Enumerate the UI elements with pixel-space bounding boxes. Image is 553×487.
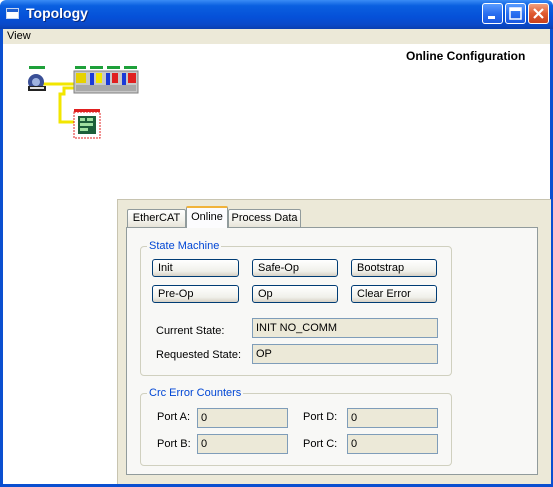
port-d-field: 0 bbox=[347, 408, 438, 428]
requested-state-label: Requested State: bbox=[156, 349, 242, 361]
pre-op-button[interactable]: Pre-Op bbox=[152, 285, 239, 303]
minimize-button[interactable] bbox=[482, 3, 503, 24]
master-icon[interactable] bbox=[28, 66, 46, 91]
safe-op-button[interactable]: Safe-Op bbox=[252, 259, 338, 277]
clear-error-button[interactable]: Clear Error bbox=[351, 285, 437, 303]
current-state-label: Current State: bbox=[156, 325, 225, 337]
port-a-field: 0 bbox=[197, 408, 288, 428]
init-button[interactable]: Init bbox=[152, 259, 239, 277]
close-icon bbox=[533, 8, 544, 19]
port-a-label: Port A: bbox=[157, 411, 191, 423]
crc-error-counters-label: Crc Error Counters bbox=[147, 387, 244, 399]
port-d-label: Port D: bbox=[303, 411, 338, 423]
topology-diagram bbox=[28, 66, 139, 139]
canvas-title: Online Configuration bbox=[406, 49, 526, 63]
menu-bar bbox=[3, 29, 550, 44]
terminal-block-icon[interactable] bbox=[73, 66, 139, 94]
tab-process-data[interactable]: Process Data bbox=[228, 209, 301, 227]
current-state-field: INIT NO_COMM bbox=[252, 318, 438, 338]
minimize-icon bbox=[488, 16, 495, 19]
maximize-icon bbox=[509, 7, 522, 20]
port-b-field: 0 bbox=[197, 434, 288, 454]
tab-ethercat[interactable]: EtherCAT bbox=[127, 209, 186, 227]
crc-error-counters-group bbox=[140, 393, 452, 466]
port-b-label: Port B: bbox=[157, 438, 191, 450]
close-button[interactable] bbox=[528, 3, 549, 24]
requested-state-field: OP bbox=[252, 344, 438, 364]
state-machine-label: State Machine bbox=[147, 240, 222, 252]
op-button[interactable]: Op bbox=[252, 285, 338, 303]
device-icon[interactable] bbox=[73, 109, 101, 139]
port-c-field: 0 bbox=[347, 434, 438, 454]
window-title: Topology bbox=[26, 5, 88, 21]
bootstrap-button[interactable]: Bootstrap bbox=[351, 259, 437, 277]
tab-online[interactable]: Online bbox=[186, 206, 228, 228]
port-c-label: Port C: bbox=[303, 438, 338, 450]
menu-view[interactable]: View bbox=[7, 29, 31, 43]
maximize-button[interactable] bbox=[505, 3, 526, 24]
window-icon bbox=[6, 8, 19, 19]
